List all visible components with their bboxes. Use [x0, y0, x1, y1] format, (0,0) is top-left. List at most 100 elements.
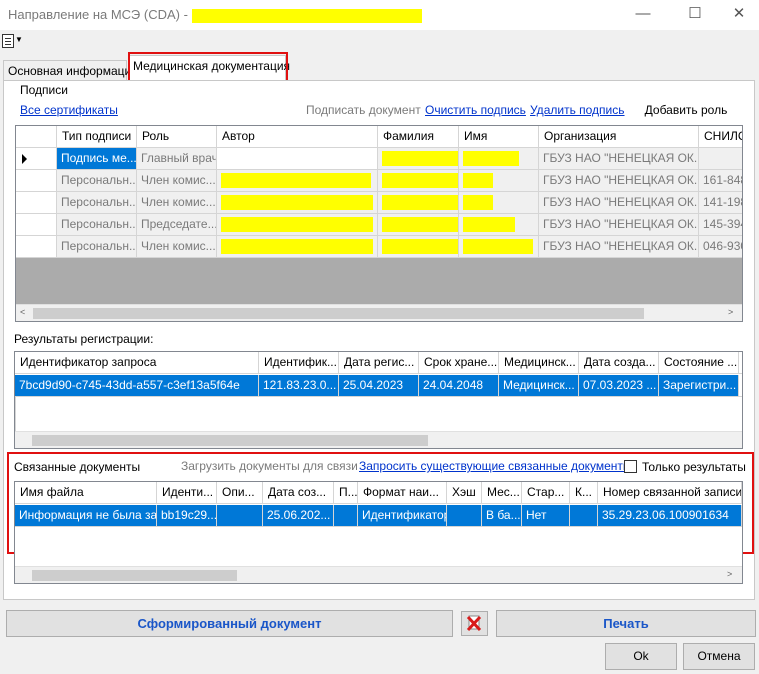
load-docs-link[interactable]: Загрузить документы для связи	[181, 459, 358, 473]
linked-hscroll[interactable]: >	[15, 566, 742, 583]
close-button[interactable]: ✕	[716, 0, 759, 30]
cell-state[interactable]: Зарегистри...	[659, 375, 739, 397]
col-header[interactable]: Иденти...	[157, 482, 217, 504]
cell-org[interactable]: ГБУЗ НАО "НЕНЕЦКАЯ ОК...	[539, 236, 699, 258]
cell-name[interactable]	[459, 236, 539, 258]
scroll-thumb[interactable]	[32, 570, 237, 581]
scroll-thumb[interactable]	[33, 308, 644, 319]
cell-role[interactable]: Председате...	[137, 214, 217, 236]
col-header[interactable]: Идентификатор запроса	[15, 352, 259, 374]
cell-old[interactable]: Нет	[522, 505, 570, 527]
minimize-button[interactable]: —	[620, 0, 666, 30]
col-header[interactable]: Т	[739, 352, 742, 374]
cell-author[interactable]	[217, 170, 378, 192]
cell-surname[interactable]	[378, 170, 459, 192]
cell-sign-type[interactable]: Персональн...	[57, 214, 137, 236]
cell-place[interactable]: В ба...	[482, 505, 522, 527]
cell-name[interactable]	[459, 148, 539, 170]
cell-sign-type[interactable]: Персональн...	[57, 170, 137, 192]
sign-document-link[interactable]: Подписать документ	[306, 103, 421, 117]
col-header[interactable]: Дата соз...	[263, 482, 334, 504]
cell-role[interactable]: Член комис...	[137, 236, 217, 258]
cancel-button[interactable]: Отмена	[683, 643, 755, 670]
cell-description[interactable]	[217, 505, 263, 527]
cell-author[interactable]	[217, 192, 378, 214]
cell-org[interactable]: ГБУЗ НАО "НЕНЕЦКАЯ ОК...	[539, 170, 699, 192]
cell-format[interactable]: Идентификатор	[358, 505, 447, 527]
table-row[interactable]: Персональн... Член комис... ГБУЗ НАО "НЕ…	[16, 192, 742, 214]
cell-org[interactable]: ГБУЗ НАО "НЕНЕЦКАЯ ОК...	[539, 192, 699, 214]
table-row[interactable]: 7bcd9d90-c745-43dd-a557-c3ef13a5f64e 121…	[15, 375, 742, 397]
cell-storage-term[interactable]: 24.04.2048	[419, 375, 499, 397]
col-header[interactable]: Дата регис...	[339, 352, 419, 374]
col-header[interactable]: СНИЛС	[699, 126, 742, 148]
table-row[interactable]: Персональн... Член комис... ГБУЗ НАО "НЕ…	[16, 236, 742, 258]
cell-role[interactable]: Член комис...	[137, 170, 217, 192]
col-header[interactable]: К...	[570, 482, 598, 504]
scroll-left-icon[interactable]: <	[20, 307, 25, 317]
table-row[interactable]: Подпись ме... Главный врач ГБУЗ НАО "НЕН…	[16, 148, 742, 170]
all-certificates-link[interactable]: Все сертификаты	[20, 103, 118, 117]
cell-created-date[interactable]: 25.06.202...	[263, 505, 334, 527]
col-header[interactable]: Имя файла	[15, 482, 157, 504]
table-row[interactable]: Информация не была за... bb19c29... 25.0…	[15, 505, 742, 527]
col-header[interactable]: Имя	[459, 126, 539, 148]
cell-hash[interactable]	[447, 505, 482, 527]
delete-signature-link[interactable]: Удалить подпись	[530, 103, 625, 117]
cell-reg-date[interactable]: 25.04.2023	[339, 375, 419, 397]
col-header[interactable]: Медицинск...	[499, 352, 579, 374]
scroll-right-icon[interactable]: >	[728, 307, 733, 317]
col-header[interactable]: Автор	[217, 126, 378, 148]
cell-surname[interactable]	[378, 148, 459, 170]
cell-file-name[interactable]: Информация не была за...	[15, 505, 157, 527]
cell-surname[interactable]	[378, 236, 459, 258]
col-header[interactable]: Стар...	[522, 482, 570, 504]
col-header[interactable]: Фамилия	[378, 126, 459, 148]
dropdown-arrow-icon[interactable]: ▼	[15, 35, 23, 44]
cell-snils[interactable]	[699, 148, 742, 170]
col-header[interactable]: Формат наи...	[358, 482, 447, 504]
cell-extra[interactable]	[739, 375, 742, 397]
cell-name[interactable]	[459, 170, 539, 192]
print-button[interactable]: Печать	[496, 610, 756, 637]
document-menu-icon[interactable]	[2, 34, 14, 48]
generated-document-button[interactable]: Сформированный документ	[6, 610, 453, 637]
cell-role[interactable]: Главный врач	[137, 148, 217, 170]
cell-snils[interactable]: 141-198-	[699, 192, 742, 214]
cell-medical[interactable]: Медицинск...	[499, 375, 579, 397]
cell-sign-type[interactable]: Подпись ме...	[57, 148, 137, 170]
cell-name[interactable]	[459, 192, 539, 214]
col-header[interactable]: Хэш	[447, 482, 482, 504]
cell-surname[interactable]	[378, 214, 459, 236]
cell-snils[interactable]: 046-930-	[699, 236, 742, 258]
col-header[interactable]: Мес...	[482, 482, 522, 504]
only-results-checkbox[interactable]	[624, 460, 637, 473]
cell-author[interactable]	[217, 236, 378, 258]
ok-button[interactable]: Ok	[605, 643, 677, 670]
cell-sign-type[interactable]: Персональн...	[57, 192, 137, 214]
cell-p[interactable]	[334, 505, 358, 527]
col-header[interactable]: Тип подписи	[57, 126, 137, 148]
col-header[interactable]: Идентифик...	[259, 352, 339, 374]
cell-name[interactable]	[459, 214, 539, 236]
table-row[interactable]: Персональн... Член комис... ГБУЗ НАО "НЕ…	[16, 170, 742, 192]
table-row[interactable]: Персональн... Председате... ГБУЗ НАО "НЕ…	[16, 214, 742, 236]
scroll-thumb[interactable]	[32, 435, 428, 446]
add-role-button[interactable]: Добавить роль	[630, 98, 742, 122]
cell-author[interactable]	[217, 214, 378, 236]
col-header[interactable]: Организация	[539, 126, 699, 148]
request-existing-link[interactable]: Запросить существующие связанные докумен…	[359, 459, 632, 473]
cell-linked-record[interactable]: 35.29.23.06.100901634	[598, 505, 742, 527]
registration-hscroll[interactable]	[15, 431, 742, 448]
col-header[interactable]: Опи...	[217, 482, 263, 504]
signatures-hscroll[interactable]: < >	[16, 304, 742, 321]
scroll-right-icon[interactable]: >	[727, 569, 732, 579]
cell-surname[interactable]	[378, 192, 459, 214]
cell-k[interactable]	[570, 505, 598, 527]
row-header[interactable]	[16, 192, 57, 214]
delete-document-button[interactable]	[461, 611, 488, 636]
maximize-button[interactable]: ☐	[672, 0, 718, 30]
cell-org[interactable]: ГБУЗ НАО "НЕНЕЦКАЯ ОК...	[539, 214, 699, 236]
cell-identifier[interactable]: 121.83.23.0...	[259, 375, 339, 397]
cell-identifier[interactable]: bb19c29...	[157, 505, 217, 527]
